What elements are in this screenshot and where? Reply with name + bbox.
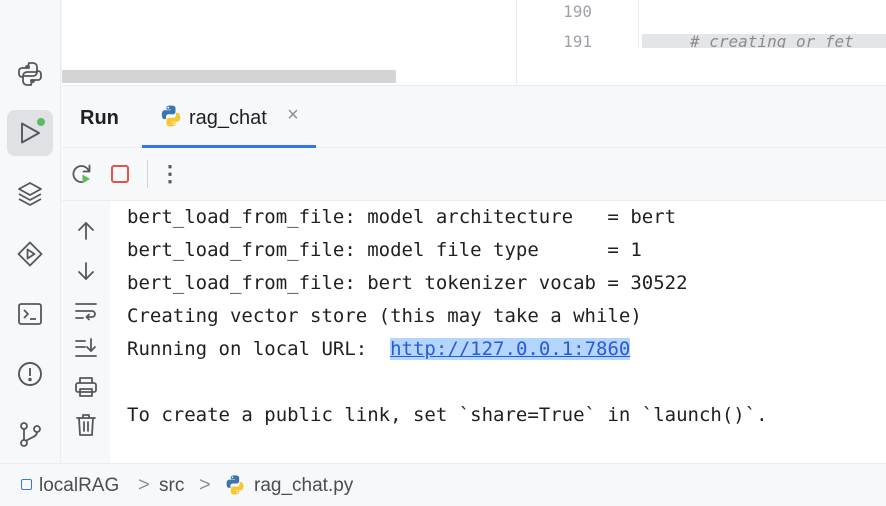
line-number: 190	[563, 2, 592, 21]
running-indicator-dot	[36, 117, 46, 127]
toolbar-separator	[147, 160, 148, 188]
breadcrumb-folder[interactable]: src	[159, 475, 184, 497]
clear-all-button[interactable]	[72, 411, 100, 439]
scroll-to-end-icon	[75, 338, 97, 357]
code-line[interactable]: # creating or fet	[642, 34, 886, 48]
line-number: 191	[563, 34, 592, 48]
breadcrumb-file[interactable]: rag_chat.py	[254, 475, 353, 497]
run-tool-window-header: Run rag_chat ×	[62, 87, 886, 148]
breadcrumb-separator: >	[138, 474, 150, 496]
services-tool[interactable]	[7, 231, 53, 277]
console-output[interactable]: bert_load_from_file: model architecture …	[110, 201, 886, 463]
run-tool[interactable]	[7, 110, 53, 156]
arrow-up-icon	[78, 222, 94, 240]
stop-icon	[111, 165, 129, 183]
code-comment: # creating or fet	[690, 34, 854, 48]
console-line: Creating vector store (this may take a w…	[127, 305, 642, 327]
console-line: bert_load_from_file: model file type = 1	[127, 239, 642, 261]
python-file-icon	[226, 475, 244, 495]
stop-button[interactable]	[106, 160, 134, 188]
scroll-down-button[interactable]	[72, 257, 100, 285]
run-panel-title: Run	[80, 107, 119, 129]
print-icon	[75, 377, 97, 397]
python-console-tool[interactable]	[7, 51, 53, 97]
gutter-separator	[638, 0, 639, 48]
tool-window-strip	[0, 0, 61, 463]
terminal-icon	[18, 303, 42, 325]
services-icon	[17, 241, 43, 267]
breadcrumb-project[interactable]: localRAG	[39, 475, 119, 497]
breadcrumb-separator: >	[199, 474, 211, 496]
git-tool[interactable]	[7, 411, 53, 457]
soft-wrap-icon	[75, 303, 97, 321]
python-icon	[161, 105, 181, 127]
navigation-bar: localRAG > src > rag_chat.py	[0, 463, 886, 506]
arrow-down-icon	[78, 262, 94, 280]
run-toolbar: ⋮	[62, 148, 886, 201]
problems-tool[interactable]	[7, 351, 53, 397]
python-icon	[18, 62, 42, 86]
console-line: bert_load_from_file: model architecture …	[127, 206, 677, 228]
scroll-up-button[interactable]	[72, 217, 100, 245]
editor-area: 190 191 # creating or fet	[62, 0, 886, 86]
console-line: To create a public link, set `share=True…	[127, 404, 768, 426]
rerun-icon	[72, 164, 91, 184]
tab-rag-chat[interactable]: rag_chat ×	[142, 87, 316, 148]
more-options-button[interactable]: ⋮	[156, 160, 184, 188]
module-icon	[21, 479, 32, 490]
layers-tool[interactable]	[7, 171, 53, 217]
trash-icon	[76, 414, 96, 436]
problems-icon	[18, 362, 42, 386]
soft-wrap-button[interactable]	[72, 297, 100, 325]
url-label: Running on local URL:	[127, 338, 391, 360]
close-icon[interactable]: ×	[282, 104, 304, 126]
local-url-link[interactable]: http://127.0.0.1:7860	[390, 338, 631, 360]
console-actions	[62, 201, 110, 463]
rerun-button[interactable]	[68, 160, 96, 188]
console-line: Running on local URL: http://127.0.0.1:7…	[127, 338, 631, 360]
git-branch-icon	[20, 422, 41, 447]
layers-icon	[18, 182, 42, 206]
console-line: bert_load_from_file: bert tokenizer voca…	[127, 272, 688, 294]
print-button[interactable]	[72, 373, 100, 401]
tab-label: rag_chat	[189, 107, 267, 129]
editor-horizontal-scrollbar[interactable]	[62, 70, 396, 83]
scroll-to-end-button[interactable]	[72, 334, 100, 362]
terminal-tool[interactable]	[7, 291, 53, 337]
